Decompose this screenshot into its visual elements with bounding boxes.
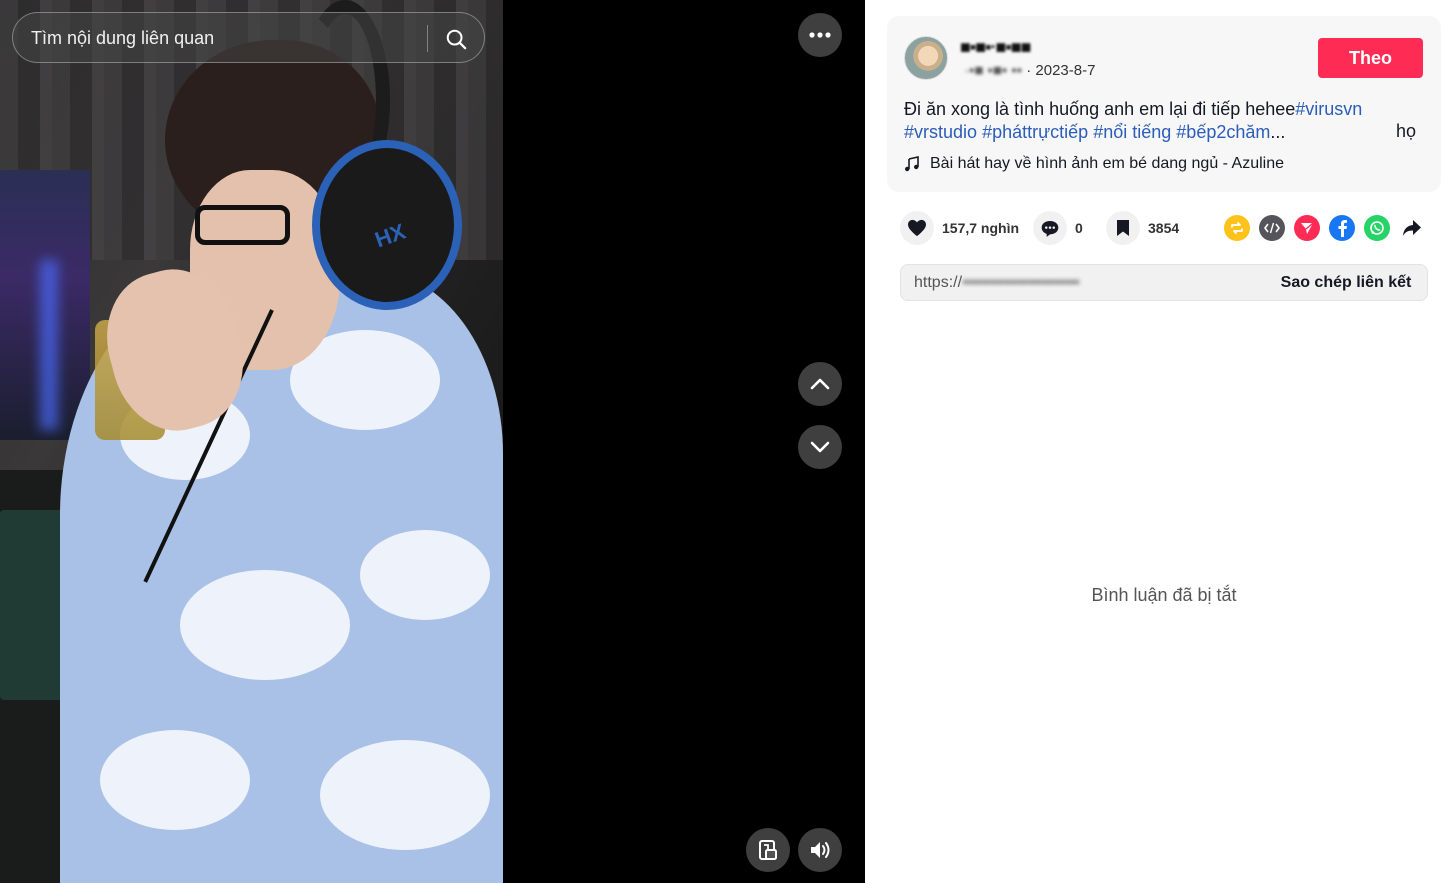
mini-player-button[interactable] bbox=[746, 828, 790, 872]
author-meta: ·▪■ ▪■▪ ▪▪ · 2023-8-7 bbox=[964, 62, 1095, 79]
gaming-pc bbox=[0, 170, 90, 440]
meta-separator: · bbox=[1026, 62, 1032, 79]
search-icon bbox=[446, 29, 467, 50]
link-prefix: https:// bbox=[914, 274, 963, 291]
action-bar: 157,7 nghìn 0 3854 bbox=[900, 211, 1430, 245]
caption-text: Đi ăn xong là tình huống anh em lại đi t… bbox=[904, 99, 1296, 119]
search-divider bbox=[427, 25, 428, 52]
search-button[interactable] bbox=[440, 23, 472, 55]
glasses bbox=[195, 205, 290, 245]
details-panel: ■▪■▪·■▪■■ ·▪■ ▪■▪ ▪▪ · 2023-8-7 Theo Đi … bbox=[865, 0, 1449, 883]
follow-button[interactable]: Theo bbox=[1318, 38, 1423, 78]
post-caption: Đi ăn xong là tình huống anh em lại đi t… bbox=[904, 98, 1374, 144]
comment-button[interactable]: 0 bbox=[1033, 211, 1083, 245]
volume-icon bbox=[811, 842, 830, 858]
hashtag[interactable]: #vrstudio bbox=[904, 122, 977, 142]
chevron-up-icon bbox=[810, 378, 830, 390]
video-player[interactable]: HX bbox=[0, 0, 865, 883]
repost-icon bbox=[1231, 222, 1243, 234]
music-note-icon bbox=[905, 156, 919, 172]
comment-count: 0 bbox=[1075, 220, 1083, 236]
related-search-bar[interactable] bbox=[12, 12, 485, 63]
comment-icon bbox=[1041, 220, 1059, 237]
share-more-button[interactable] bbox=[1399, 215, 1425, 241]
mini-player-icon bbox=[759, 840, 777, 860]
author-username[interactable]: ■▪■▪·■▪■■ bbox=[960, 37, 1031, 58]
more-dots-icon bbox=[809, 32, 831, 38]
bookmark-icon bbox=[1117, 220, 1129, 236]
caption-ellipsis: ... bbox=[1270, 122, 1286, 142]
save-count: 3854 bbox=[1148, 220, 1180, 236]
avatar[interactable] bbox=[904, 36, 948, 80]
link-path: ▪▪▪▪▪▪▪▪▪▪▪▪▪▪▪▪▪▪▪▪▪▪▪▪▪ bbox=[962, 274, 1080, 291]
post-info-card: ■▪■▪·■▪■■ ·▪■ ▪■▪ ▪▪ · 2023-8-7 Theo Đi … bbox=[887, 16, 1441, 192]
like-button[interactable]: 157,7 nghìn bbox=[900, 211, 1019, 245]
like-count: 157,7 nghìn bbox=[942, 220, 1020, 236]
hashtag[interactable]: #virusvn bbox=[1295, 99, 1362, 119]
headphone-cup: HX bbox=[312, 140, 462, 310]
heart-icon bbox=[908, 219, 926, 237]
facebook-share-button[interactable] bbox=[1329, 215, 1355, 241]
hashtag[interactable]: #pháttrựctiếp bbox=[982, 122, 1088, 142]
author-nickname[interactable]: ·▪■ ▪■▪ ▪▪ bbox=[964, 62, 1022, 79]
share-arrow-icon bbox=[1403, 220, 1421, 236]
volume-button[interactable] bbox=[798, 828, 842, 872]
embed-icon bbox=[1264, 222, 1280, 234]
send-to-friends-icon bbox=[1301, 222, 1314, 234]
video-frame[interactable]: HX bbox=[0, 0, 503, 883]
caption-more-link[interactable]: họ bbox=[1396, 121, 1416, 142]
music-link[interactable]: Bài hát hay về hình ảnh em bé dang ngủ -… bbox=[904, 155, 1284, 173]
send-to-friends-button[interactable] bbox=[1294, 215, 1320, 241]
search-input[interactable] bbox=[31, 25, 421, 51]
hashtag[interactable]: #bếp2chăm bbox=[1176, 122, 1270, 142]
facebook-icon bbox=[1338, 220, 1347, 237]
copy-link-button[interactable]: Sao chép liên kết bbox=[1271, 270, 1421, 296]
app-root: HX Tìm nội dung liên quan ■▪■▪·■▪■■ ·▪■ … bbox=[0, 0, 1449, 883]
chevron-down-icon bbox=[810, 441, 830, 453]
whatsapp-icon bbox=[1370, 221, 1384, 235]
video-link[interactable]: https://▪▪▪▪▪▪▪▪▪▪▪▪▪▪▪▪▪▪▪▪▪▪▪▪▪ bbox=[914, 274, 1080, 292]
hashtag[interactable]: #nổi tiếng bbox=[1093, 122, 1171, 142]
copy-link-bar: https://▪▪▪▪▪▪▪▪▪▪▪▪▪▪▪▪▪▪▪▪▪▪▪▪▪ Sao ch… bbox=[900, 264, 1428, 301]
comments-disabled-message: Bình luận đã bị tắt bbox=[1091, 585, 1237, 605]
whatsapp-share-button[interactable] bbox=[1364, 215, 1390, 241]
previous-video-button[interactable] bbox=[798, 362, 842, 406]
post-date: 2023-8-7 bbox=[1035, 62, 1096, 79]
next-video-button[interactable] bbox=[798, 425, 842, 469]
embed-button[interactable] bbox=[1259, 215, 1285, 241]
more-options-button[interactable] bbox=[798, 13, 842, 57]
save-button[interactable]: 3854 bbox=[1106, 211, 1179, 245]
repost-button[interactable] bbox=[1224, 215, 1250, 241]
music-title: Bài hát hay về hình ảnh em bé dang ngủ -… bbox=[930, 155, 1285, 172]
